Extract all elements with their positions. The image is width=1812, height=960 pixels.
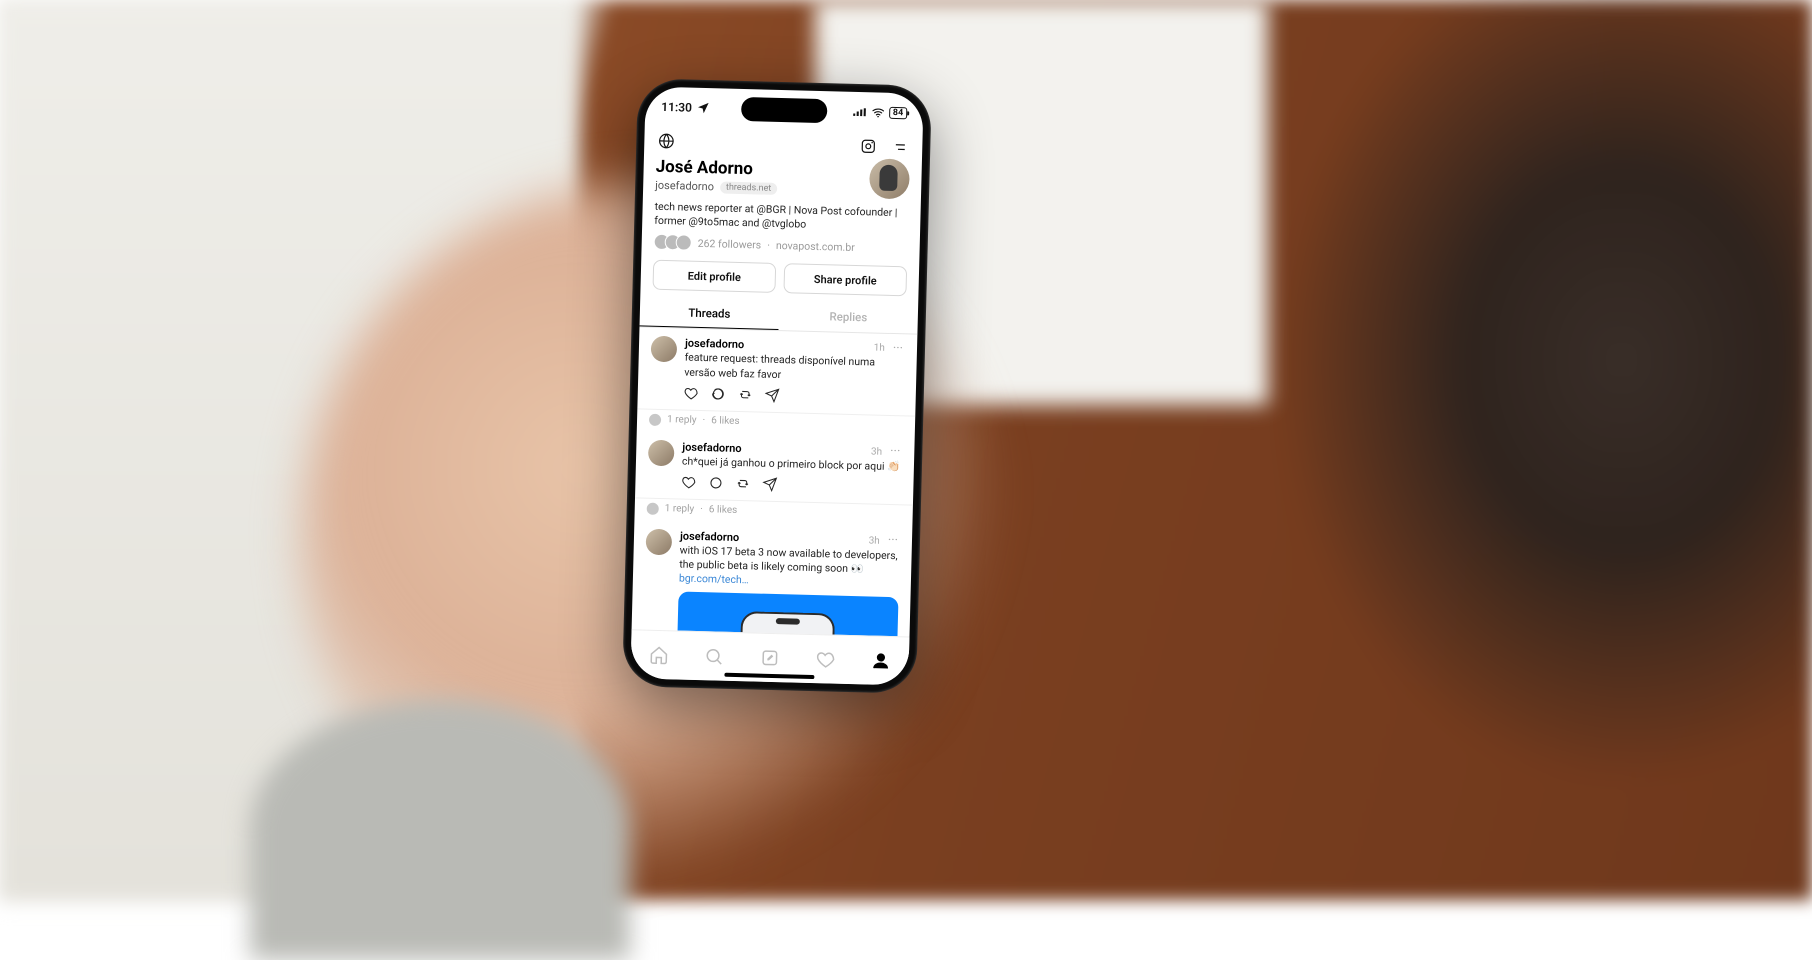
screen: 11:30 84: [630, 86, 923, 685]
post-timestamp: 3h: [871, 446, 882, 457]
profile-link[interactable]: novapost.com.br: [776, 239, 855, 254]
separator: ·: [767, 239, 770, 252]
profile-buttons: Edit profile Share profile: [640, 254, 919, 305]
post[interactable]: josefadorno 3h ··· ch*quei já ganhou o p…: [635, 431, 915, 505]
instagram-icon[interactable]: [858, 136, 879, 157]
reply-icon[interactable]: [711, 386, 726, 404]
reply-avatar: [647, 502, 659, 514]
battery-level: 84: [893, 108, 904, 118]
repost-icon[interactable]: [737, 387, 752, 405]
like-icon[interactable]: [684, 385, 699, 403]
reply-count: 1 reply: [667, 414, 697, 426]
post-username[interactable]: josefadorno: [682, 440, 742, 455]
home-tab-icon[interactable]: [647, 644, 670, 667]
location-icon: [696, 102, 710, 114]
post-username[interactable]: josefadorno: [685, 337, 745, 352]
sleeve: [250, 700, 630, 960]
compose-tab-icon[interactable]: [759, 647, 782, 670]
post-timestamp: 3h: [868, 535, 879, 546]
like-count: 6 likes: [709, 505, 738, 517]
reply-count: 1 reply: [665, 503, 695, 515]
more-icon[interactable]: ···: [886, 537, 900, 545]
domain-badge: threads.net: [720, 181, 778, 194]
feed[interactable]: josefadorno 1h ··· feature request: thre…: [631, 328, 918, 664]
activity-tab-icon[interactable]: [814, 648, 837, 671]
share-icon[interactable]: [762, 477, 777, 495]
tab-threads[interactable]: Threads: [640, 298, 780, 331]
globe-icon[interactable]: [656, 131, 677, 152]
profile-header: José Adorno josefadorno threads.net: [643, 152, 922, 204]
wifi-icon: [871, 106, 885, 118]
more-icon[interactable]: ···: [888, 448, 902, 456]
search-tab-icon[interactable]: [703, 645, 726, 668]
profile-tab-icon[interactable]: [870, 650, 893, 673]
post[interactable]: josefadorno 1h ··· feature request: thre…: [637, 328, 917, 417]
cellular-icon: [853, 106, 867, 118]
post-text: feature request: threads disponível numa…: [684, 351, 905, 385]
post-link[interactable]: bgr.com/tech…: [679, 572, 749, 587]
edit-profile-button[interactable]: Edit profile: [652, 260, 776, 293]
app-content: José Adorno josefadorno threads.net tech…: [630, 126, 922, 685]
more-icon[interactable]: ···: [891, 345, 905, 353]
follower-facepile: [654, 234, 692, 251]
share-profile-button[interactable]: Share profile: [783, 263, 907, 296]
post-text-main: with iOS 17 beta 3 now available to deve…: [679, 543, 898, 575]
post-timestamp: 1h: [874, 343, 885, 354]
post-username[interactable]: josefadorno: [680, 529, 740, 544]
status-time: 11:30: [661, 100, 692, 115]
followers-count: 262 followers: [698, 237, 762, 252]
username: josefadorno: [655, 179, 714, 194]
post-actions: [684, 385, 904, 409]
post-text: with iOS 17 beta 3 now available to deve…: [679, 543, 900, 591]
dynamic-island: [741, 97, 828, 123]
post-avatar[interactable]: [650, 336, 678, 403]
reply-avatar: [649, 413, 661, 425]
post-actions: [681, 474, 901, 498]
iphone-device: 11:30 84: [622, 78, 932, 693]
repost-icon[interactable]: [735, 476, 750, 494]
menu-icon[interactable]: [890, 137, 911, 158]
battery-indicator: 84: [889, 107, 908, 119]
like-count: 6 likes: [711, 415, 740, 427]
reply-icon[interactable]: [708, 475, 723, 493]
tab-replies[interactable]: Replies: [778, 301, 918, 334]
share-icon[interactable]: [764, 387, 779, 405]
like-icon[interactable]: [681, 474, 696, 492]
post-avatar[interactable]: [647, 439, 674, 492]
